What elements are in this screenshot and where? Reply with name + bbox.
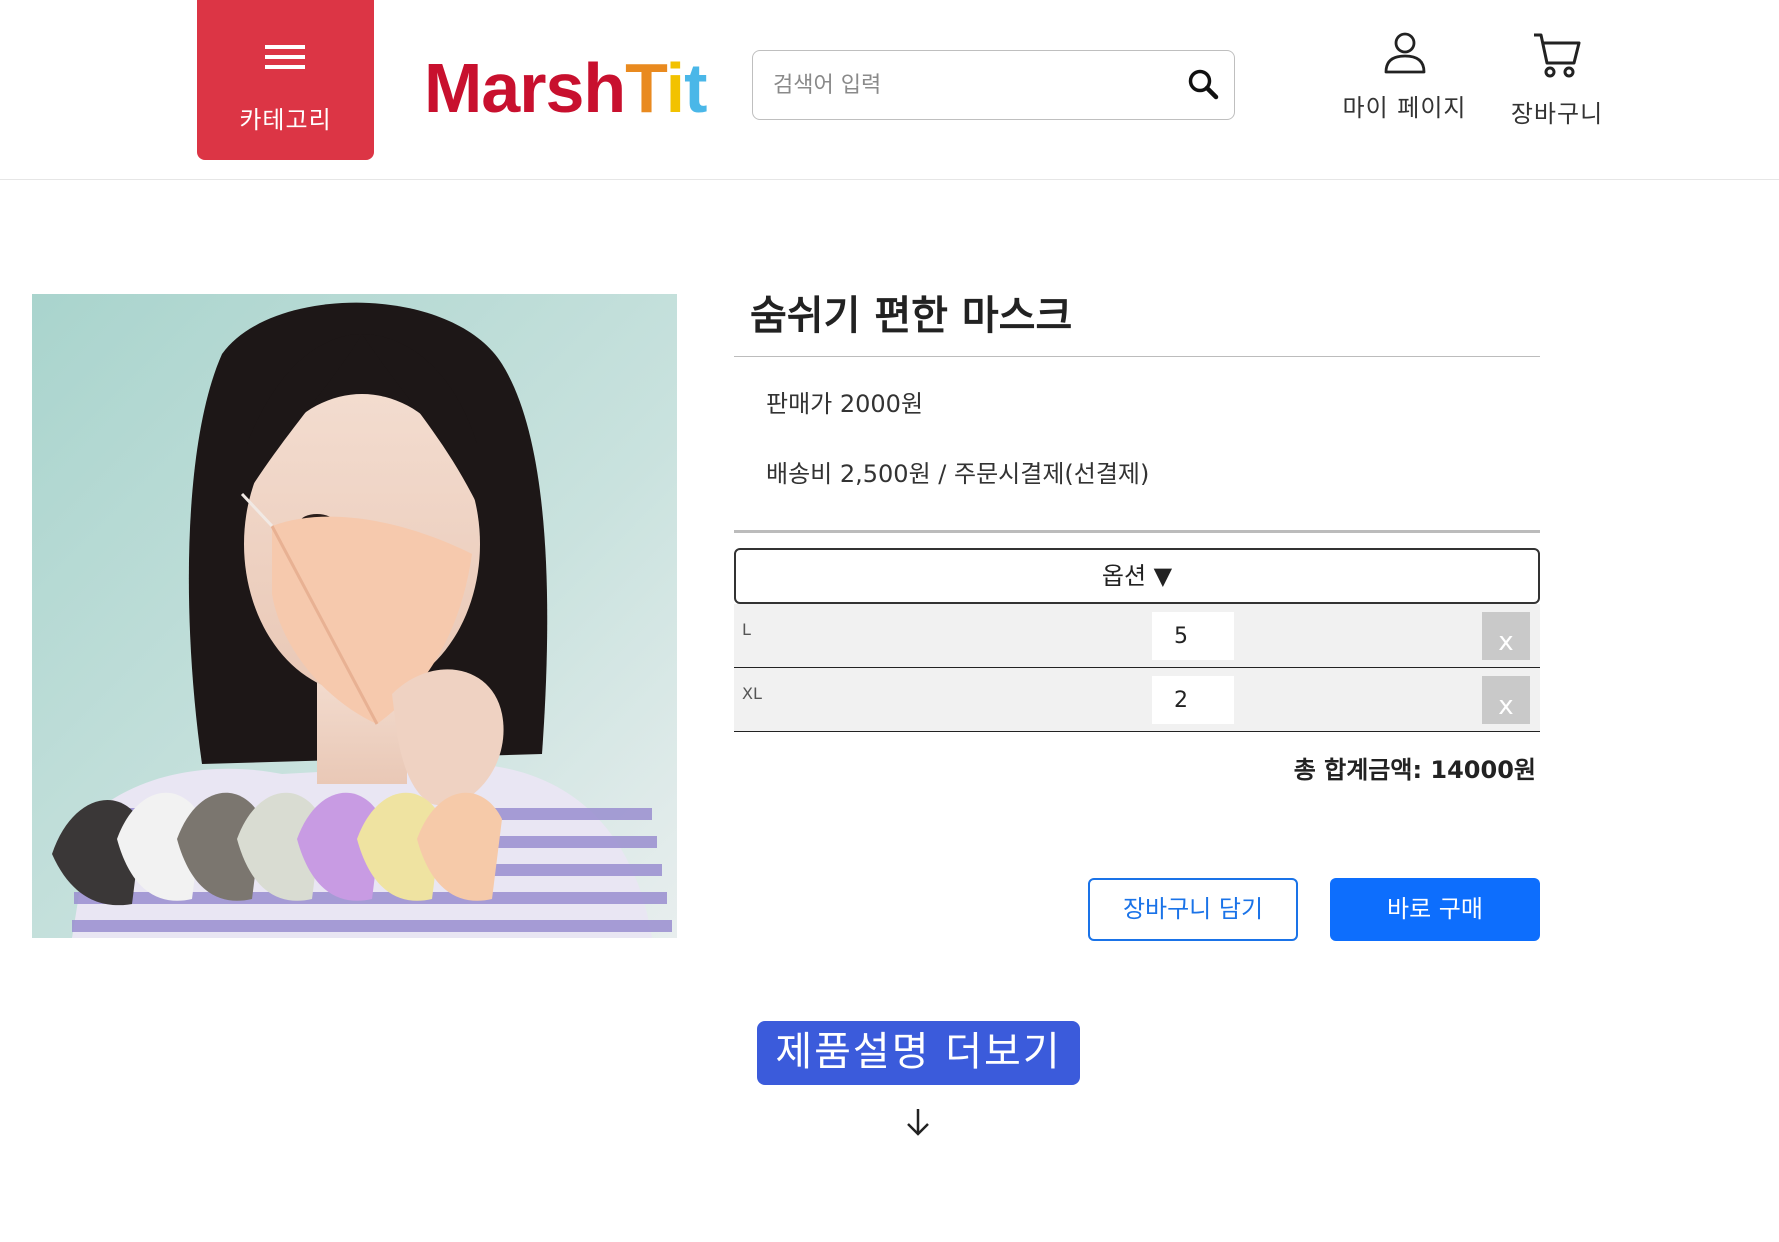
total-amount: 총 합계금액: 14000원 bbox=[1293, 756, 1536, 784]
product-price: 판매가 2000원 bbox=[766, 390, 924, 418]
option-name: XL bbox=[742, 684, 762, 703]
product-meta: 판매가 2000원 배송비 2,500원 / 주문시결제(선결제) bbox=[734, 357, 1540, 533]
menu-icon bbox=[265, 45, 305, 79]
site-header: 카테고리 MarshTit 마이 페이지 장바구니 bbox=[0, 0, 1779, 180]
search-icon[interactable] bbox=[1185, 66, 1223, 104]
quantity-input[interactable] bbox=[1152, 612, 1234, 660]
cart-label: 장바구니 bbox=[1510, 100, 1604, 128]
buy-now-button[interactable]: 바로 구매 bbox=[1330, 878, 1540, 941]
remove-option-button[interactable]: x bbox=[1482, 612, 1530, 660]
option-name: L bbox=[742, 620, 751, 639]
product-info: 숨쉬기 편한 마스크 판매가 2000원 배송비 2,500원 / 주문시결제(… bbox=[734, 290, 1540, 941]
product-image bbox=[32, 294, 677, 938]
user-icon bbox=[1384, 32, 1425, 74]
cart-icon bbox=[1534, 33, 1581, 78]
remove-option-button[interactable]: x bbox=[1482, 676, 1530, 724]
shipping-info: 배송비 2,500원 / 주문시결제(선결제) bbox=[766, 460, 1150, 488]
quantity-input[interactable] bbox=[1152, 676, 1234, 724]
add-to-cart-button[interactable]: 장바구니 담기 bbox=[1088, 878, 1298, 941]
search-box bbox=[752, 50, 1235, 120]
option-row: XL x bbox=[734, 668, 1540, 732]
mypage-link[interactable]: 마이 페이지 bbox=[1332, 30, 1477, 123]
mypage-label: 마이 페이지 bbox=[1342, 94, 1467, 122]
more-description-button[interactable]: 제품설명 더보기 bbox=[757, 1021, 1080, 1085]
option-row: L x bbox=[734, 604, 1540, 668]
category-button[interactable]: 카테고리 bbox=[197, 0, 374, 160]
product-title: 숨쉬기 편한 마스크 bbox=[734, 290, 1540, 357]
arrow-down-icon[interactable] bbox=[903, 1106, 933, 1138]
option-dropdown[interactable]: 옵션 ▼ bbox=[734, 548, 1540, 604]
site-logo[interactable]: MarshTit bbox=[424, 48, 707, 128]
cart-link[interactable]: 장바구니 bbox=[1497, 30, 1617, 129]
search-input[interactable] bbox=[771, 65, 1151, 105]
category-label: 카테고리 bbox=[239, 106, 332, 134]
